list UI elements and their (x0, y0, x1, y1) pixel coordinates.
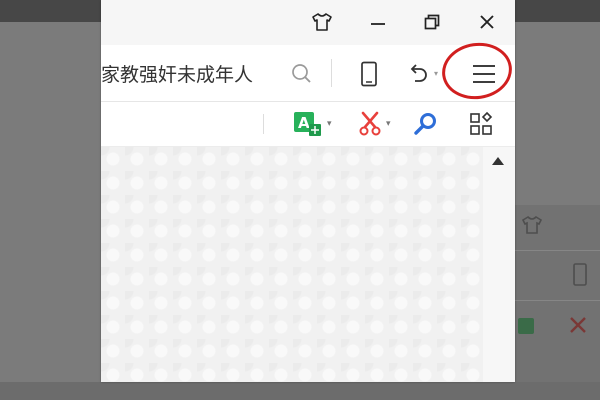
screenshot-dropdown-icon[interactable]: ▾ (386, 119, 391, 129)
apps-icon (470, 111, 493, 135)
addon-toolbar: A ▾ ▾ (101, 102, 515, 147)
undo-button[interactable] (401, 57, 435, 91)
search-input[interactable] (101, 57, 281, 89)
skin-icon (312, 13, 332, 31)
search-button[interactable] (289, 61, 315, 87)
background-window-ghost (515, 205, 600, 382)
apps-addon-button[interactable] (469, 110, 495, 138)
screenshot-icon (359, 111, 381, 136)
ghost-mobile-icon (571, 263, 589, 290)
ghost-screenshot-icon (567, 315, 589, 340)
svg-text:A: A (298, 114, 310, 132)
ghost-divider (515, 300, 600, 301)
magnifier-icon (414, 113, 436, 135)
translate-icon: A (294, 112, 321, 136)
page-content-area (101, 147, 483, 382)
magnifier-addon-button[interactable] (413, 110, 439, 138)
ghost-translate-icon (517, 317, 537, 340)
translate-dropdown-icon[interactable]: ▾ (327, 119, 332, 129)
ghost-skin-icon (521, 215, 543, 238)
title-bar (101, 0, 515, 45)
backdrop-bottom-strip (0, 382, 600, 400)
minimize-button[interactable] (362, 8, 394, 36)
ghost-divider (515, 250, 600, 251)
close-icon (480, 15, 494, 29)
close-button[interactable] (471, 8, 503, 36)
scroll-up-arrow-icon[interactable] (492, 157, 504, 165)
vertical-scrollbar[interactable] (483, 147, 515, 382)
mobile-icon (361, 61, 377, 87)
translate-addon-button[interactable]: A ▾ (293, 110, 332, 138)
undo-dropdown-icon[interactable]: ▾ (434, 69, 438, 78)
undo-icon (410, 64, 427, 82)
skin-button[interactable] (306, 8, 338, 36)
toolbar-separator (331, 59, 332, 87)
addon-separator (263, 114, 264, 134)
search-icon (292, 64, 311, 83)
restore-button[interactable] (416, 8, 448, 36)
minimize-icon (371, 23, 385, 25)
mobile-button[interactable] (352, 57, 386, 91)
restore-icon (424, 14, 440, 30)
screenshot-addon-button[interactable]: ▾ (358, 110, 391, 138)
